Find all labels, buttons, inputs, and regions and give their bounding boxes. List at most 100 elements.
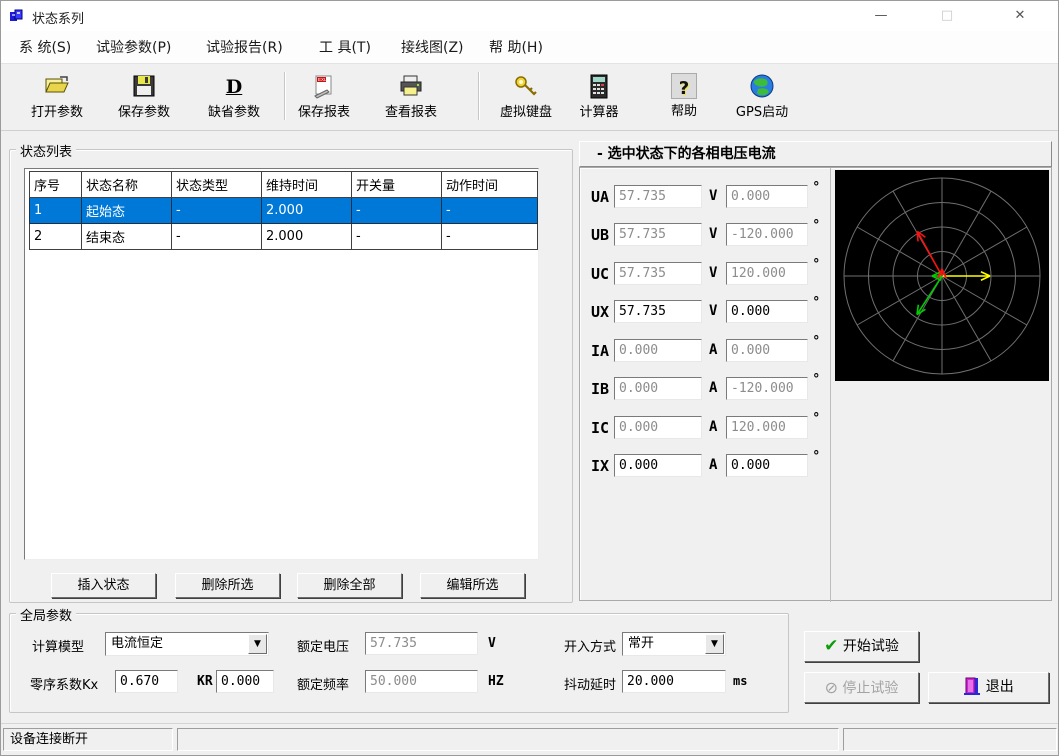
angle-input[interactable]: -120.000 xyxy=(726,377,808,400)
start-test-button[interactable]: ✔ 开始试验 xyxy=(804,631,919,662)
cell[interactable]: 起始态 xyxy=(82,198,172,224)
status-bar: 设备连接断开 xyxy=(1,723,1058,754)
save-floppy-icon xyxy=(106,70,182,100)
angle-input[interactable]: -120.000 xyxy=(726,223,808,246)
phase-label: UB xyxy=(591,226,609,244)
col-header: 维持时间 xyxy=(262,172,352,198)
debounce-input[interactable]: 20.000 xyxy=(622,670,726,693)
menu-help[interactable]: 帮 助(H) xyxy=(489,38,543,58)
input-mode-value: 常开 xyxy=(628,636,654,651)
delete-selected-button[interactable]: 删除所选 xyxy=(175,573,280,598)
magnitude-input[interactable]: 0.000 xyxy=(614,454,702,477)
cell[interactable]: - xyxy=(442,198,538,224)
insert-state-button[interactable]: 插入状态 xyxy=(51,573,156,598)
angle-input[interactable]: 0.000 xyxy=(726,300,808,323)
toolbar-view-report[interactable]: 查看报表 xyxy=(373,70,449,126)
cell[interactable]: - xyxy=(172,198,262,224)
angle-input[interactable]: 0.000 xyxy=(726,454,808,477)
input-mode-select[interactable]: 常开 ▼ xyxy=(622,632,726,656)
rated-freq-input[interactable]: 50.000 xyxy=(365,670,478,693)
calc-model-label: 计算模型 xyxy=(32,636,84,655)
cell[interactable]: - xyxy=(352,224,442,250)
zero-seq-kx-input[interactable]: 0.670 xyxy=(115,670,178,693)
toolbar-label: 虚拟键盘 xyxy=(488,101,564,120)
unit-label: V xyxy=(709,303,717,319)
question-icon: ? xyxy=(671,73,697,99)
magnitude-input[interactable]: 57.735 xyxy=(614,185,702,208)
toolbar-default-params[interactable]: D 缺省参数 xyxy=(196,70,272,126)
toolbar-label: 保存参数 xyxy=(106,101,182,120)
open-folder-icon xyxy=(19,70,95,100)
col-header: 状态类型 xyxy=(172,172,262,198)
cell[interactable]: - xyxy=(352,198,442,224)
magnitude-input[interactable]: 0.000 xyxy=(614,339,702,362)
magnitude-input[interactable]: 57.735 xyxy=(614,223,702,246)
menu-test-params[interactable]: 试验参数(P) xyxy=(96,38,171,58)
menu-tools[interactable]: 工 具(T) xyxy=(319,38,371,58)
kr-input[interactable]: 0.000 xyxy=(216,670,274,693)
close-button[interactable]: ✕ xyxy=(997,1,1043,31)
toolbar-label: 打开参数 xyxy=(19,101,95,120)
edit-selected-button[interactable]: 编辑所选 xyxy=(420,573,525,598)
exit-button[interactable]: 退出 xyxy=(928,672,1049,703)
phase-row-uc: UC 57.735 V 120.000 ° xyxy=(580,262,831,286)
angle-input[interactable]: 120.000 xyxy=(726,416,808,439)
rated-freq-label: 额定频率 xyxy=(297,674,349,693)
phase-label: UC xyxy=(591,265,609,283)
cell[interactable]: 结束态 xyxy=(82,224,172,250)
magnitude-input[interactable]: 57.735 xyxy=(614,300,702,323)
col-header: 开关量 xyxy=(352,172,442,198)
chevron-down-icon[interactable]: ▼ xyxy=(705,634,724,654)
magnitude-input[interactable]: 0.000 xyxy=(614,377,702,400)
phase-label: UX xyxy=(591,303,609,321)
toolbar-separator xyxy=(478,72,480,120)
table-row[interactable]: 1 起始态 - 2.000 - - xyxy=(30,198,538,224)
delete-all-button[interactable]: 删除全部 xyxy=(297,573,402,598)
angle-input[interactable]: 120.000 xyxy=(726,262,808,285)
printer-icon xyxy=(373,70,449,100)
menu-wiring[interactable]: 接线图(Z) xyxy=(401,38,464,58)
magnitude-input[interactable]: 0.000 xyxy=(614,416,702,439)
angle-input[interactable]: 0.000 xyxy=(726,339,808,362)
state-table[interactable]: 序号 状态名称 状态类型 维持时间 开关量 动作时间 1 起始态 - 2.000… xyxy=(24,168,539,560)
cell[interactable]: - xyxy=(172,224,262,250)
chevron-down-icon[interactable]: ▼ xyxy=(248,634,267,654)
toolbar-virtual-keyboard[interactable]: 虚拟键盘 xyxy=(488,70,564,126)
unit-label: A xyxy=(709,380,717,396)
stop-test-button[interactable]: ⊘ 停止试验 xyxy=(804,672,919,703)
device-status: 设备连接断开 xyxy=(3,728,173,751)
rated-voltage-input[interactable]: 57.735 xyxy=(365,632,478,655)
cell[interactable]: 1 xyxy=(30,198,82,224)
minimize-button[interactable]: — xyxy=(858,1,904,31)
rated-freq-unit: HZ xyxy=(488,674,504,689)
menu-system[interactable]: 系 统(S) xyxy=(19,38,71,58)
angle-input[interactable]: 0.000 xyxy=(726,185,808,208)
calculator-icon xyxy=(561,70,637,100)
toolbar-save-params[interactable]: 保存参数 xyxy=(106,70,182,126)
title-bar: 状态系列 — □ ✕ xyxy=(1,1,1058,31)
rated-voltage-label: 额定电压 xyxy=(297,636,349,655)
kr-label: KR xyxy=(197,674,213,689)
menu-test-report[interactable]: 试验报告(R) xyxy=(206,38,283,58)
toolbar-gps-start[interactable]: GPS启动 xyxy=(724,70,800,126)
cell[interactable]: - xyxy=(442,224,538,250)
cell[interactable]: 2.000 xyxy=(262,198,352,224)
table-header-row: 序号 状态名称 状态类型 维持时间 开关量 动作时间 xyxy=(30,172,538,198)
cell[interactable]: 2.000 xyxy=(262,224,352,250)
default-d-icon: D xyxy=(196,70,272,100)
toolbar-help[interactable]: ? 帮助 xyxy=(646,70,722,126)
toolbar-save-report[interactable]: EXL 保存报表 xyxy=(286,70,362,126)
table-row[interactable]: 2 结束态 - 2.000 - - xyxy=(30,224,538,250)
toolbar-calculator[interactable]: 计算器 xyxy=(561,70,637,126)
col-header: 动作时间 xyxy=(442,172,538,198)
magnitude-input[interactable]: 57.735 xyxy=(614,262,702,285)
calc-model-select[interactable]: 电流恒定 ▼ xyxy=(105,632,269,656)
status-panel xyxy=(843,728,1057,751)
maximize-button[interactable]: □ xyxy=(924,1,970,31)
svg-text:EXL: EXL xyxy=(318,77,327,82)
app-window: 状态系列 — □ ✕ 系 统(S) 试验参数(P) 试验报告(R) 工 具(T)… xyxy=(0,0,1059,756)
degree-label: ° xyxy=(813,257,820,272)
unit-label: V xyxy=(709,265,717,281)
toolbar-open-params[interactable]: 打开参数 xyxy=(19,70,95,126)
cell[interactable]: 2 xyxy=(30,224,82,250)
